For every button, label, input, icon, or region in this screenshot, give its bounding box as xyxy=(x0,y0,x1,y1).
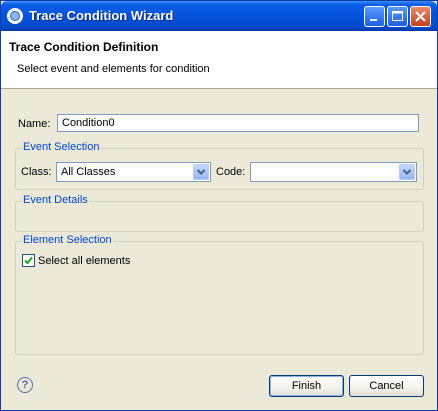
close-button[interactable] xyxy=(410,6,431,27)
event-selection-title: Event Selection xyxy=(22,141,101,153)
wizard-banner: Trace Condition Definition Select event … xyxy=(1,31,437,89)
minimize-icon xyxy=(370,19,377,21)
app-icon xyxy=(7,8,23,24)
class-dropdown-button[interactable] xyxy=(193,164,209,180)
cancel-button[interactable]: Cancel xyxy=(349,375,424,397)
code-dropdown-button[interactable] xyxy=(399,164,415,180)
code-label: Code: xyxy=(216,166,246,178)
close-icon xyxy=(415,11,426,22)
event-details-group: Event Details xyxy=(15,194,424,232)
finish-button[interactable]: Finish xyxy=(269,375,344,397)
dialog-window: Trace Condition Wizard Trace Condition D… xyxy=(0,0,438,411)
event-details-title: Event Details xyxy=(22,194,89,206)
page-title: Trace Condition Definition xyxy=(9,40,159,54)
checkmark-icon xyxy=(24,256,33,265)
window-title: Trace Condition Wizard xyxy=(29,8,174,23)
class-dropdown-value: All Classes xyxy=(61,166,116,178)
class-label: Class: xyxy=(21,166,52,178)
page-description: Select event and elements for condition xyxy=(17,63,210,75)
class-dropdown[interactable]: All Classes xyxy=(56,162,211,182)
help-icon[interactable]: ? xyxy=(17,377,33,393)
title-bar[interactable]: Trace Condition Wizard xyxy=(1,1,437,31)
element-selection-title: Element Selection xyxy=(22,234,113,246)
maximize-button[interactable] xyxy=(387,6,408,27)
code-dropdown[interactable] xyxy=(250,162,417,182)
name-label: Name: xyxy=(18,118,51,130)
name-input[interactable] xyxy=(57,114,419,132)
dropdown-arrow-icon xyxy=(402,169,412,175)
dropdown-arrow-icon xyxy=(196,169,206,175)
select-all-checkbox[interactable] xyxy=(22,254,35,267)
select-all-label[interactable]: Select all elements xyxy=(38,255,130,267)
minimize-button[interactable] xyxy=(364,6,385,27)
wizard-content: Name: Event Selection Class: All Classes… xyxy=(1,89,437,359)
maximize-icon xyxy=(392,11,403,21)
